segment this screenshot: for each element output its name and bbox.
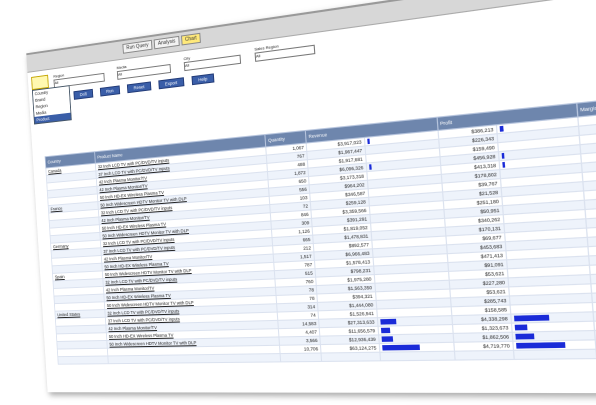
profit-bar bbox=[513, 314, 550, 322]
prompt-media: Media All bbox=[116, 58, 172, 80]
profit-bar bbox=[514, 324, 528, 331]
margin-cell: 11.50% bbox=[586, 225, 596, 238]
reset-button[interactable]: Reset bbox=[126, 81, 152, 94]
profit-bar bbox=[501, 161, 505, 168]
margin-cell: 18.70% bbox=[589, 263, 596, 275]
header-margin[interactable]: Margin bbox=[576, 98, 596, 117]
margin-cell: 7.48% bbox=[587, 244, 596, 256]
product-cell[interactable] bbox=[107, 353, 281, 364]
drill-button[interactable]: Drill bbox=[73, 88, 94, 100]
screenshot-scene: Run Query Analysis Chart Region All Medi… bbox=[0, 0, 596, 405]
margin-cell: 11.50% bbox=[589, 272, 596, 284]
country-cell[interactable] bbox=[57, 355, 109, 365]
quantity-cell bbox=[280, 353, 322, 362]
tab-bar: Run Query Analysis Chart bbox=[122, 32, 201, 54]
prompt-value: All bbox=[54, 79, 59, 86]
profit-bar bbox=[501, 152, 505, 159]
margin-cell: 11.50% bbox=[585, 215, 596, 229]
revenue-cell bbox=[321, 352, 381, 362]
revenue-bar-cell bbox=[379, 351, 455, 361]
revenue-bar bbox=[380, 327, 391, 334]
revenue-bar bbox=[381, 336, 393, 342]
margin-cell: 8.21% bbox=[591, 291, 596, 303]
tab-chart[interactable]: Chart bbox=[180, 32, 201, 46]
run-button[interactable]: Run bbox=[99, 85, 121, 97]
prompt-sales-region: Sales Region All bbox=[254, 38, 316, 62]
profit-bar bbox=[515, 333, 535, 340]
export-button[interactable]: Export bbox=[158, 77, 185, 90]
revenue-bar bbox=[381, 344, 421, 351]
margin-cell: 13.02% bbox=[588, 253, 596, 266]
toolbar: Run Query Analysis Chart bbox=[26, 0, 596, 73]
prompt-region: Region All bbox=[53, 67, 105, 89]
prompt-city: City All bbox=[183, 49, 242, 72]
prompt-value: All bbox=[117, 71, 123, 77]
profit-cell bbox=[454, 350, 514, 361]
report-table: Country Product Name Quantity Revenue Pr… bbox=[45, 98, 596, 365]
tab-analysis[interactable]: Analysis bbox=[153, 35, 180, 50]
tab-run-query[interactable]: Run Query bbox=[122, 39, 153, 54]
profit-bar bbox=[499, 125, 504, 132]
prompt-value: All bbox=[184, 62, 190, 69]
revenue-bar bbox=[379, 318, 396, 325]
help-button[interactable]: Help bbox=[191, 73, 215, 86]
prompt-value: All bbox=[255, 53, 261, 59]
margin-cell: 8.21% bbox=[586, 234, 596, 247]
margin-cell: 11.50% bbox=[590, 282, 596, 294]
revenue-bar bbox=[368, 164, 372, 170]
report-window: Run Query Analysis Chart Region All Medi… bbox=[26, 0, 596, 394]
profit-bar bbox=[515, 342, 566, 349]
revenue-bar bbox=[366, 138, 370, 145]
column-dropdown[interactable]: Country Brand Region Media Product bbox=[31, 85, 72, 125]
profit-bar-cell bbox=[513, 349, 596, 360]
